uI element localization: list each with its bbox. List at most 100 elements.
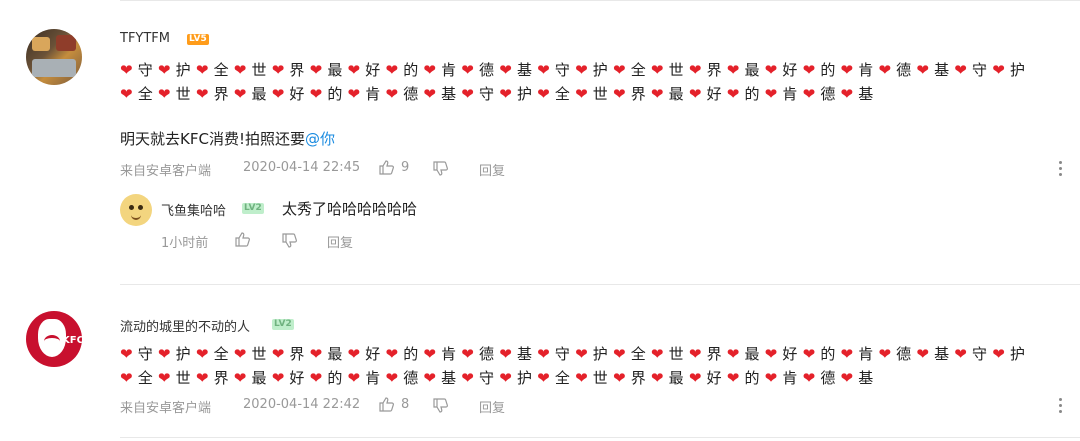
heart-emoji-icon: ❤ xyxy=(157,61,171,79)
heart-line-char: 肯 xyxy=(360,85,386,103)
heart-emoji-icon: ❤ xyxy=(195,85,209,103)
heart-emoji-icon: ❤ xyxy=(385,369,399,387)
heart-line-char: 守 xyxy=(132,345,158,363)
thumbs-up-icon[interactable] xyxy=(378,159,395,176)
heart-emoji-icon: ❤ xyxy=(612,85,626,103)
timestamp: 2020-04-14 22:42 xyxy=(243,397,361,412)
heart-line-char: 基 xyxy=(853,369,874,387)
heart-line-char: 世 xyxy=(246,345,272,363)
heart-emoji-icon: ❤ xyxy=(840,61,854,79)
heart-emoji-icon: ❤ xyxy=(347,85,361,103)
heart-line-char: 最 xyxy=(246,369,272,387)
reply-timestamp: 1小时前 xyxy=(161,236,209,251)
heart-emoji-icon: ❤ xyxy=(461,345,475,363)
heart-line-char: 最 xyxy=(322,345,348,363)
reply-text: 太秀了哈哈哈哈哈哈 xyxy=(282,200,418,218)
heart-line-char: 界 xyxy=(625,85,651,103)
heart-emoji-icon: ❤ xyxy=(764,369,778,387)
heart-line-char: 好 xyxy=(777,345,803,363)
heart-line-char: 肯 xyxy=(853,61,879,79)
heart-line-char: 最 xyxy=(739,345,765,363)
heart-emoji-icon: ❤ xyxy=(120,369,133,387)
heart-line-char: 护 xyxy=(1004,61,1026,79)
heart-line-1: ❤ 守 ❤ 护 ❤ 全 ❤ 世 ❤ 界 ❤ 最 ❤ 好 ❤ 的 ❤ 肯 ❤ 德 … xyxy=(120,343,1025,364)
heart-line-char: 护 xyxy=(587,61,613,79)
comment-divider xyxy=(120,284,1080,285)
mention-link[interactable]: @你 xyxy=(305,130,335,148)
heart-line-char: 德 xyxy=(474,61,500,79)
heart-emoji-icon: ❤ xyxy=(195,369,209,387)
heart-line-char: 最 xyxy=(739,61,765,79)
reply-thumbs-up-icon[interactable] xyxy=(234,231,251,248)
reply-button[interactable]: 回复 xyxy=(479,397,505,416)
heart-line-char: 肯 xyxy=(853,345,879,363)
avatar[interactable]: KFC xyxy=(26,311,82,367)
more-options-icon[interactable] xyxy=(1059,398,1063,416)
reply-username[interactable]: 飞鱼集哈哈 xyxy=(161,200,226,219)
thumbs-up-icon[interactable] xyxy=(378,396,395,413)
reply-reply-button[interactable]: 回复 xyxy=(327,232,353,251)
heart-emoji-icon: ❤ xyxy=(271,369,285,387)
heart-line-char: 守 xyxy=(967,345,993,363)
heart-emoji-icon: ❤ xyxy=(612,345,626,363)
heart-emoji-icon: ❤ xyxy=(120,85,133,103)
heart-line-char: 肯 xyxy=(777,85,803,103)
heart-emoji-icon: ❤ xyxy=(461,61,475,79)
heart-emoji-icon: ❤ xyxy=(802,61,816,79)
heart-line-char: 最 xyxy=(663,369,689,387)
like-count: 8 xyxy=(401,397,410,412)
heart-line-char: 好 xyxy=(360,61,386,79)
heart-line-char: 全 xyxy=(625,61,651,79)
more-options-icon[interactable] xyxy=(1059,161,1063,179)
heart-line-char: 肯 xyxy=(360,369,386,387)
heart-emoji-icon: ❤ xyxy=(233,85,247,103)
heart-line-char: 界 xyxy=(284,345,310,363)
heart-emoji-icon: ❤ xyxy=(499,369,512,387)
heart-line-char: 肯 xyxy=(436,345,462,363)
heart-line-char: 护 xyxy=(512,85,538,103)
heart-line-char: 基 xyxy=(929,61,955,79)
thumbs-down-icon[interactable] xyxy=(432,397,449,414)
heart-emoji-icon: ❤ xyxy=(347,369,361,387)
heart-line-char: 基 xyxy=(436,369,462,387)
heart-line-char: 世 xyxy=(246,61,272,79)
heart-line-char: 护 xyxy=(1004,345,1026,363)
heart-emoji-icon: ❤ xyxy=(499,345,512,363)
heart-emoji-icon: ❤ xyxy=(802,369,816,387)
heart-line-char: 世 xyxy=(663,61,689,79)
source-label: 来自安卓客户端 xyxy=(120,164,212,179)
heart-line-char: 护 xyxy=(170,345,196,363)
heart-emoji-icon: ❤ xyxy=(271,61,285,79)
heart-line-char: 德 xyxy=(815,85,841,103)
heart-emoji-icon: ❤ xyxy=(878,61,892,79)
heart-line-char: 德 xyxy=(474,345,500,363)
heart-emoji-icon: ❤ xyxy=(612,61,626,79)
heart-emoji-icon: ❤ xyxy=(954,61,968,79)
heart-emoji-icon: ❤ xyxy=(575,345,588,363)
reply-button[interactable]: 回复 xyxy=(479,160,505,179)
heart-emoji-icon: ❤ xyxy=(840,369,854,387)
heart-line-char: 全 xyxy=(549,85,576,103)
heart-emoji-icon: ❤ xyxy=(726,369,740,387)
heart-emoji-icon: ❤ xyxy=(650,345,664,363)
heart-line-char: 世 xyxy=(663,345,689,363)
heart-line-char: 德 xyxy=(891,61,917,79)
heart-line-char: 德 xyxy=(891,345,917,363)
username[interactable]: TFYTFM xyxy=(120,31,170,46)
heart-line-char: 世 xyxy=(170,369,196,387)
heart-line-char: 全 xyxy=(132,85,158,103)
heart-line-char: 界 xyxy=(625,369,651,387)
heart-emoji-icon: ❤ xyxy=(157,369,171,387)
reply-thumbs-down-icon[interactable] xyxy=(281,232,298,249)
heart-line-char: 守 xyxy=(474,369,500,387)
heart-line-char: 护 xyxy=(587,345,613,363)
reply-avatar[interactable] xyxy=(120,194,152,226)
heart-emoji-icon: ❤ xyxy=(537,85,550,103)
avatar[interactable] xyxy=(26,29,82,85)
heart-emoji-icon: ❤ xyxy=(650,369,664,387)
heart-emoji-icon: ❤ xyxy=(195,345,209,363)
thumbs-down-icon[interactable] xyxy=(432,160,449,177)
heart-line-char: 最 xyxy=(322,61,348,79)
heart-emoji-icon: ❤ xyxy=(309,85,323,103)
username[interactable]: 流动的城里的不动的人 xyxy=(120,316,250,335)
